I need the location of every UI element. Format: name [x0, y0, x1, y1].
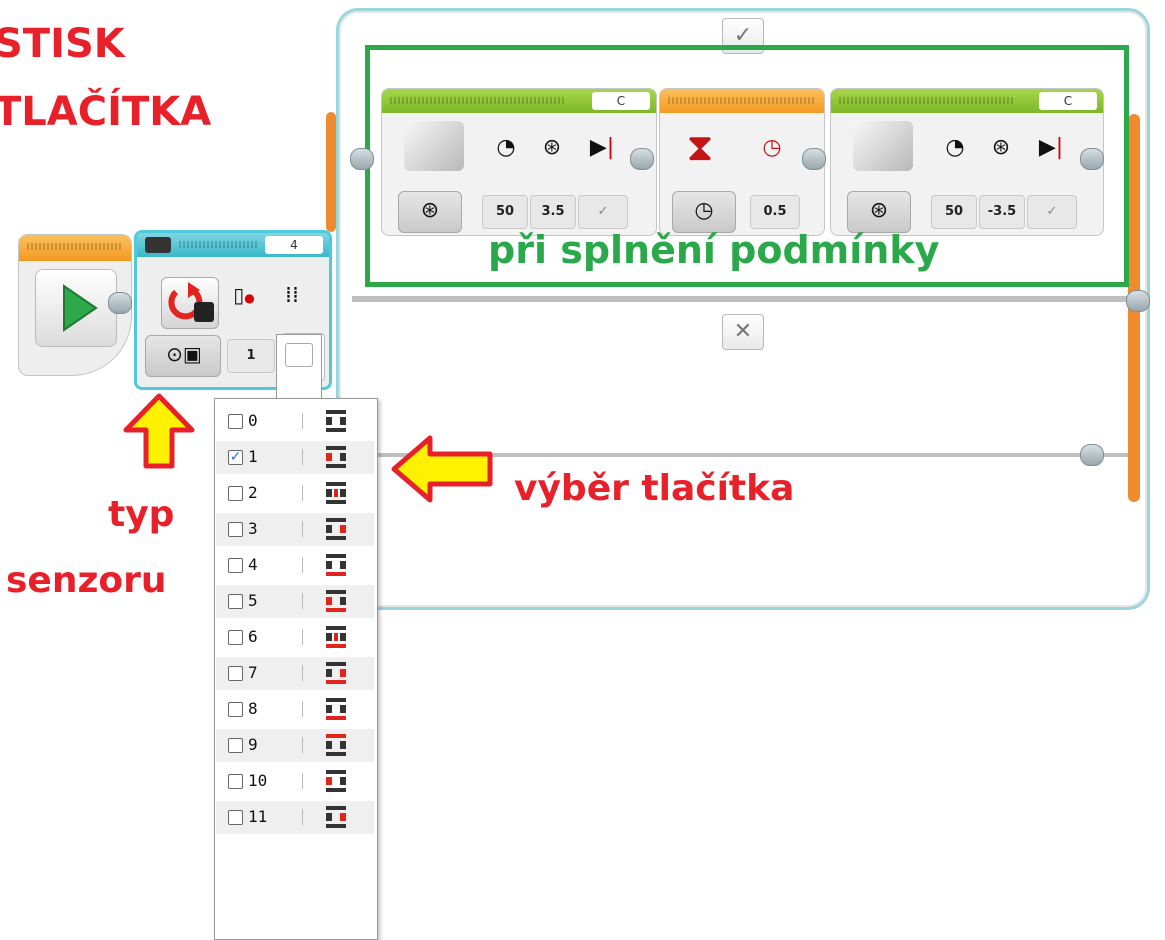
checkbox[interactable] [228, 558, 243, 573]
switch-view-icon [145, 237, 171, 253]
rotations-mode-icon: ⊛ [420, 198, 440, 223]
true-case-label: při splnění podmínky [488, 228, 940, 272]
brick-button-combo-icon [324, 626, 348, 650]
sequence-connector[interactable] [1126, 290, 1150, 312]
dropdown-item[interactable]: 5 [216, 585, 374, 618]
brick-button-combo-icon [324, 590, 348, 614]
brick-button-up-icon [324, 554, 348, 578]
switch-port-value[interactable]: 4 [265, 236, 323, 254]
dropdown-item[interactable]: 4 [216, 549, 374, 582]
large-motor-icon [404, 121, 464, 171]
motor-2-rotations[interactable]: -3.5 [979, 195, 1025, 229]
sensor-type-line-2: senzoru [6, 560, 167, 601]
brick-buttons-icon [161, 277, 219, 329]
checkbox[interactable] [228, 738, 243, 753]
dropdown-item[interactable]: 9 [216, 729, 374, 762]
title-line-2: TLAČÍTKA [0, 89, 212, 135]
checkbox[interactable] [228, 486, 243, 501]
dropdown-item[interactable]: ✓ 1 [216, 441, 374, 474]
sequence-connector[interactable] [108, 292, 132, 314]
wait-mode-button[interactable]: ◷ [672, 191, 736, 233]
dropdown-item[interactable]: 10 [216, 765, 374, 798]
brick-button-center-icon [324, 482, 348, 506]
dropdown-item[interactable]: 11 [216, 801, 374, 834]
motor-block-1[interactable]: C ◔ ⊛ ▶| ⊛ 50 3.5 ✓ [381, 88, 657, 236]
checkbox[interactable] [228, 594, 243, 609]
wait-time[interactable]: 0.5 [750, 195, 800, 229]
dropdown-item[interactable]: 8 [216, 693, 374, 726]
motor-2-mode-button[interactable]: ⊛ [847, 191, 911, 233]
brick-button-combo-icon [324, 806, 348, 830]
up-arrow-icon [123, 393, 195, 469]
large-motor-icon [853, 121, 913, 171]
sequence-connector[interactable] [1080, 148, 1104, 170]
dropdown-item[interactable]: 0 [216, 405, 374, 438]
sequence-connector[interactable] [630, 148, 654, 170]
motor-1-rotations[interactable]: 3.5 [530, 195, 576, 229]
sequence-connector[interactable] [350, 148, 374, 170]
start-button[interactable] [35, 269, 117, 347]
dropdown-item[interactable]: 3 [216, 513, 374, 546]
rotations-icon: ⊛ [542, 135, 562, 160]
checkbox[interactable] [228, 414, 243, 429]
sequence-connector[interactable] [1080, 444, 1104, 466]
brick-button-combo-icon [324, 770, 348, 794]
button-select-label: výběr tlačítka [514, 468, 795, 509]
rotations-mode-icon: ⊛ [869, 198, 889, 223]
sensor-type-line-1: typ [108, 494, 175, 535]
button-dropdown[interactable]: 0 ✓ 1 2 3 4 5 6 7 8 9 10 11 [214, 398, 378, 940]
cross-icon: ✕ [733, 319, 753, 344]
power-gauge-icon: ◔ [496, 135, 516, 160]
motor-block-2[interactable]: C ◔ ⊛ ▶| ⊛ 50 -3.5 ✓ [830, 88, 1104, 236]
title-line-1: STISK [0, 21, 125, 67]
checkbox[interactable] [228, 522, 243, 537]
dropdown-selected-box [285, 343, 313, 367]
false-case-tab[interactable]: ✕ [722, 314, 764, 350]
button-id-icon: ⁞⁞ [285, 283, 299, 308]
switch-compare-value[interactable]: 1 [227, 339, 275, 373]
brick-button-top-icon [324, 734, 348, 758]
motor-1-mode-button[interactable]: ⊛ [398, 191, 462, 233]
case-divider [352, 296, 1137, 302]
left-arrow-icon [391, 435, 493, 503]
case-rail-left [326, 112, 336, 232]
motor-1-brake[interactable]: ✓ [578, 195, 628, 229]
dropdown-anchor[interactable] [276, 334, 322, 401]
brick-button-combo-icon [324, 662, 348, 686]
play-triangle-icon [63, 284, 98, 332]
checkbox[interactable] [228, 702, 243, 717]
switch-mode-button[interactable]: ⊙▣ [145, 335, 221, 377]
loop-arrow-icon [168, 282, 214, 322]
checkbox[interactable] [228, 810, 243, 825]
compare-type-icon: ▯● [233, 283, 255, 307]
brick-button-down-icon [324, 698, 348, 722]
motor-2-brake[interactable]: ✓ [1027, 195, 1077, 229]
rotations-icon: ⊛ [991, 135, 1011, 160]
motor-1-power[interactable]: 50 [482, 195, 528, 229]
stopwatch-icon: ◷ [694, 198, 714, 223]
brick-button-right-icon [324, 518, 348, 542]
brick-button-none-icon [324, 410, 348, 434]
sequence-connector[interactable] [802, 148, 826, 170]
wait-block[interactable]: ⧗ ◷ ◷ 0.5 [659, 88, 825, 236]
checkbox[interactable] [228, 774, 243, 789]
brake-icon: ▶| [1038, 135, 1064, 160]
motor-1-port[interactable]: C [592, 92, 650, 110]
hourglass-icon: ⧗ [686, 125, 714, 169]
checkbox[interactable] [228, 666, 243, 681]
checkbox-checked[interactable]: ✓ [228, 450, 243, 465]
power-gauge-icon: ◔ [945, 135, 965, 160]
checkbox[interactable] [228, 630, 243, 645]
dropdown-item[interactable]: 6 [216, 621, 374, 654]
dropdown-item[interactable]: 2 [216, 477, 374, 510]
dropdown-item[interactable]: 7 [216, 657, 374, 690]
motor-2-power[interactable]: 50 [931, 195, 977, 229]
motor-2-port[interactable]: C [1039, 92, 1097, 110]
brick-button-mode-icon: ⊙▣ [166, 342, 202, 366]
brick-button-left-icon [324, 446, 348, 470]
timer-icon: ◷ [762, 135, 782, 160]
brake-icon: ▶| [589, 135, 615, 160]
